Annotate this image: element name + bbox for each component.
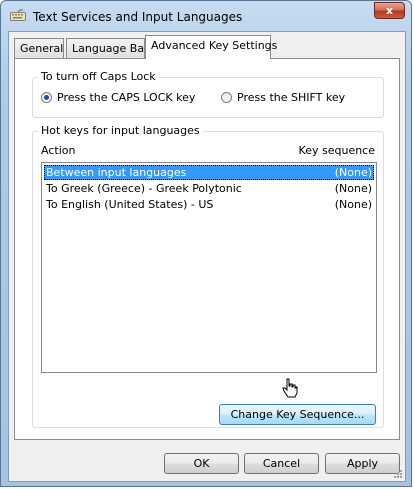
mouse-pointer-icon	[282, 378, 298, 398]
change-key-sequence-button[interactable]: Change Key Sequence...	[219, 404, 376, 425]
radio-unchecked-icon[interactable]	[221, 92, 232, 103]
caps-lock-group-label: To turn off Caps Lock	[38, 70, 159, 83]
dialog-client-area: General Language Bar Advanced Key Settin…	[8, 31, 406, 482]
ok-button[interactable]: OK	[164, 453, 239, 474]
radio-shift-label: Press the SHIFT key	[237, 91, 346, 104]
list-item[interactable]: Between input languages (None)	[44, 165, 374, 180]
row-sequence: (None)	[334, 166, 372, 179]
cancel-button[interactable]: Cancel	[244, 453, 319, 474]
list-item[interactable]: To English (United States) - US (None)	[44, 197, 374, 212]
hotkeys-group: Hot keys for input languages Action Key …	[32, 124, 384, 428]
tab-language-bar[interactable]: Language Bar	[66, 38, 149, 58]
hotkeys-list[interactable]: Between input languages (None) To Greek …	[41, 162, 377, 373]
close-button[interactable]: x	[374, 2, 405, 19]
row-action: Between input languages	[46, 166, 187, 179]
tab-advanced-key-settings[interactable]: Advanced Key Settings	[145, 35, 277, 59]
resize-grip-icon[interactable]	[393, 469, 403, 479]
caps-lock-group: To turn off Caps Lock Press the CAPS LOC…	[32, 70, 384, 118]
row-sequence: (None)	[334, 198, 372, 211]
apply-button[interactable]: Apply	[325, 453, 400, 474]
row-action: To English (United States) - US	[46, 198, 214, 211]
tab-panel: To turn off Caps Lock Press the CAPS LOC…	[14, 58, 400, 440]
row-sequence: (None)	[334, 182, 372, 195]
list-item[interactable]: To Greek (Greece) - Greek Polytonic (Non…	[44, 181, 374, 196]
title-bar[interactable]: Text Services and Input Languages x	[1, 1, 411, 31]
hotkeys-group-label: Hot keys for input languages	[38, 124, 203, 137]
dialog-window: Text Services and Input Languages x Gene…	[0, 0, 412, 487]
row-action: To Greek (Greece) - Greek Polytonic	[46, 182, 242, 195]
column-action: Action	[41, 144, 76, 157]
tab-general[interactable]: General	[14, 38, 64, 58]
list-header: Action Key sequence	[41, 144, 375, 158]
radio-shift-key[interactable]: Press the SHIFT key	[221, 91, 345, 104]
keyboard-icon	[10, 9, 26, 22]
radio-checked-icon[interactable]	[41, 92, 52, 103]
radio-caps-lock-label: Press the CAPS LOCK key	[57, 91, 196, 104]
column-key-sequence: Key sequence	[298, 144, 375, 157]
window-title: Text Services and Input Languages	[33, 10, 243, 24]
radio-caps-lock-key[interactable]: Press the CAPS LOCK key	[41, 91, 195, 104]
